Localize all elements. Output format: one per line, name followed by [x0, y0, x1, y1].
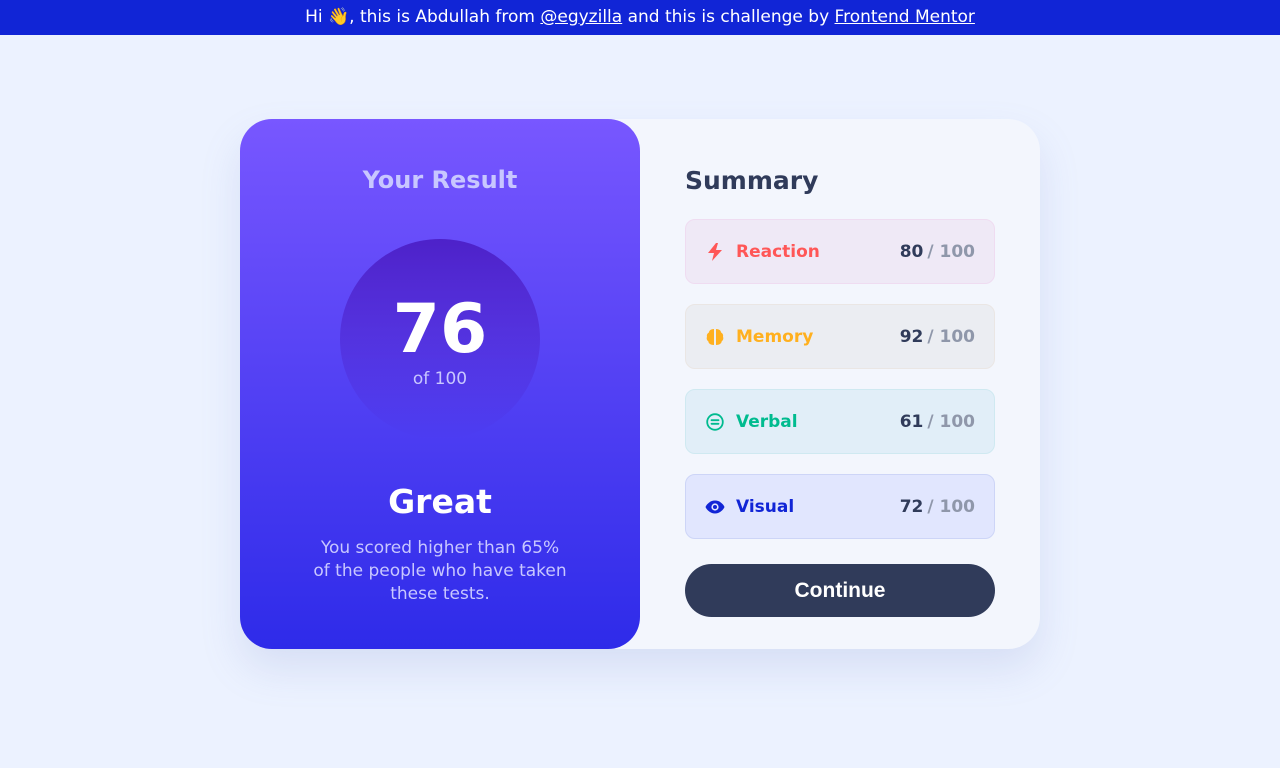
score-circle: 76 of 100	[340, 239, 540, 439]
reaction-label: Reactio­n	[736, 241, 820, 262]
verbal-label: Verbal	[736, 411, 798, 432]
memory-score: 92	[899, 326, 924, 347]
verbal-max: / 100	[927, 411, 975, 432]
banner-prefix: Hi 👋, this is Abdullah from	[305, 7, 541, 27]
verdict-description: You scored higher than 65% of the people…	[313, 538, 567, 604]
attribution-banner: Hi 👋, this is Abdullah from @egyzilla an…	[0, 0, 1280, 35]
equals-circle-icon	[705, 412, 725, 432]
visual-max: / 100	[927, 496, 975, 517]
result-title: Your Result	[362, 166, 518, 194]
result-panel: Your Result 76 of 100 Great You scored h…	[240, 119, 640, 649]
visual-label: Visual	[736, 496, 795, 517]
author-link[interactable]: @egyzilla	[540, 7, 622, 27]
summary-row-reaction: Reactio­n 80 / 100	[685, 219, 995, 284]
eye-icon	[705, 497, 725, 517]
summary-title: Summary	[685, 166, 819, 195]
verdict-heading: Great	[388, 482, 492, 521]
summary-row-memory: Memory 92 / 100	[685, 304, 995, 369]
reaction-score: 80	[899, 241, 924, 262]
memory-max: / 100	[927, 326, 975, 347]
summary-panel: Summary Reactio­n 80 / 100 Memory 92 / 1…	[685, 119, 995, 649]
results-summary-card: Your Result 76 of 100 Great You scored h…	[240, 119, 1040, 649]
memory-label: Memory	[736, 326, 814, 347]
summary-row-verbal: Verbal 61 / 100	[685, 389, 995, 454]
lightning-icon	[705, 242, 725, 262]
verbal-score: 61	[899, 411, 924, 432]
brain-icon	[705, 327, 725, 347]
visual-score: 72	[899, 496, 924, 517]
score-of-label: of 100	[412, 369, 468, 389]
continue-button[interactable]: Continue	[685, 564, 995, 617]
summary-row-visual: Visual 72 / 100	[685, 474, 995, 539]
banner-middle: and this is challenge by	[622, 7, 835, 27]
reaction-max: / 100	[927, 241, 975, 262]
score-value: 76	[392, 290, 488, 369]
frontend-mentor-link[interactable]: Frontend Mentor	[835, 7, 975, 27]
